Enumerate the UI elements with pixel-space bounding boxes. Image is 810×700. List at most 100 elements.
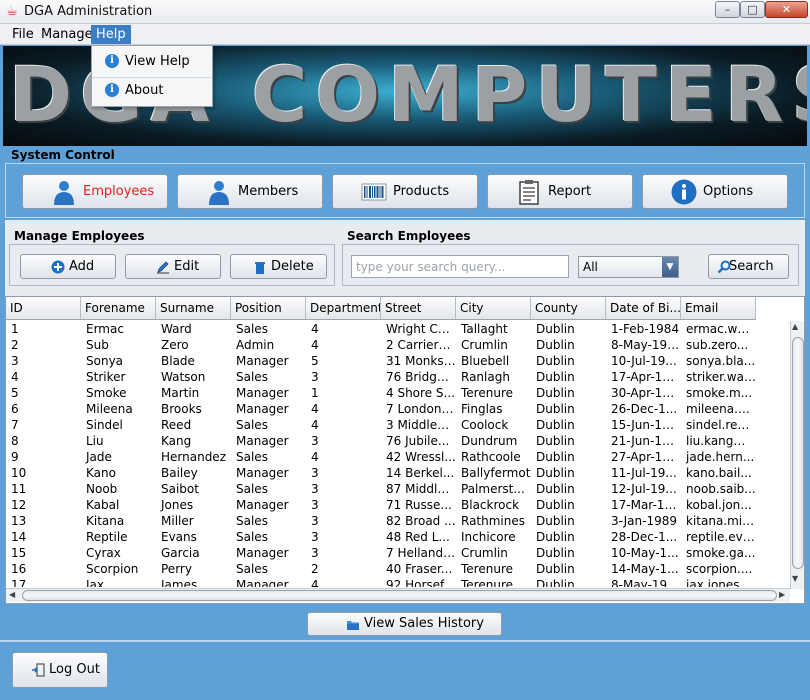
clipboard-icon xyxy=(519,180,539,205)
help-dropdown-menu: i View Help i About xyxy=(91,45,213,107)
menu-file[interactable]: File xyxy=(7,25,39,44)
table-cell: 13 xyxy=(11,514,27,528)
table-cell: kano.bail... xyxy=(686,466,752,480)
table-cell: 15 xyxy=(11,546,27,560)
table-row[interactable]: 8 Liu Kang Manager 3 76 Jubile... Dundrum Dubli… xyxy=(6,433,756,449)
table-cell: Manager xyxy=(236,386,289,400)
options-button[interactable]: Options xyxy=(642,174,788,209)
table-cell: 3 xyxy=(311,546,319,560)
table-row[interactable]: 16 Scorpion Perry Sales 2 40 Fraser... Terenur… xyxy=(6,561,756,577)
table-row[interactable]: 7 Sindel Reed Sales 4 3 Middlew... Coolock Dubl… xyxy=(6,417,756,433)
table-row[interactable]: 17 Jax James Manager 4 92 Horsef... Terenure Du… xyxy=(6,577,756,587)
minimize-button[interactable]: – xyxy=(715,1,740,18)
delete-label: Delete xyxy=(271,259,314,274)
scroll-up-arrow-icon[interactable]: ▲ xyxy=(792,322,798,331)
table-cell: Kano xyxy=(86,466,116,480)
table-cell: 2 xyxy=(11,338,19,352)
maximize-button[interactable]: □ xyxy=(740,1,765,18)
table-cell: Manager xyxy=(236,402,289,416)
table-row[interactable]: 4 Striker Watson Sales 3 76 Bridge ... Ranlagh… xyxy=(6,369,756,385)
scroll-right-arrow-icon[interactable]: ▶ xyxy=(779,590,785,599)
table-cell: 21-Jun-19... xyxy=(611,434,681,448)
column-header[interactable]: ID xyxy=(6,297,81,319)
table-cell: Ward xyxy=(161,322,192,336)
table-row[interactable]: 15 Cyrax Garcia Manager 3 7 Helland ... Crumli… xyxy=(6,545,756,561)
table-row[interactable]: 9 Jade Hernandez Sales 4 42 Wressl... Rathcool… xyxy=(6,449,756,465)
column-header[interactable]: Street xyxy=(381,297,456,319)
members-button[interactable]: Members xyxy=(177,174,323,209)
delete-button[interactable]: Delete xyxy=(230,254,327,279)
employees-button[interactable]: Employees xyxy=(22,174,168,209)
edit-button[interactable]: Edit xyxy=(125,254,221,279)
search-button[interactable]: Search xyxy=(708,254,789,279)
table-cell: James xyxy=(161,578,198,587)
table-cell: 10-Jul-19... xyxy=(611,354,677,368)
table-cell: scorpion.... xyxy=(686,562,753,576)
table-cell: 3 xyxy=(311,482,319,496)
menu-manage[interactable]: Manage xyxy=(36,25,98,44)
table-cell: 7 Helland ... xyxy=(386,546,456,560)
column-header[interactable]: Position xyxy=(231,297,306,319)
table-cell: kobal.jon... xyxy=(686,498,752,512)
close-button[interactable]: ✕ xyxy=(765,1,808,18)
column-header[interactable]: Date of Bi... xyxy=(606,297,681,319)
table-cell: Zero xyxy=(161,338,189,352)
table-cell: Dublin xyxy=(536,386,575,400)
search-input[interactable] xyxy=(351,255,569,278)
products-button[interactable]: Products xyxy=(332,174,478,209)
table-row[interactable]: 2 Sub Zero Admin 4 2 Carriers... Crumlin Dublin… xyxy=(6,337,756,353)
table-row[interactable]: 1 Ermac Ward Sales 4 Wright Co... Tallaght Dubl… xyxy=(6,321,756,337)
person-icon xyxy=(54,181,74,205)
table-cell: 17 xyxy=(11,578,27,587)
table-row[interactable]: 11 Noob Saibot Sales 3 87 Middle... Palmerst..… xyxy=(6,481,756,497)
table-cell: 1-Feb-1984 xyxy=(611,322,680,336)
add-button[interactable]: Add xyxy=(20,254,116,279)
view-sales-history-button[interactable]: View Sales History xyxy=(307,612,502,636)
table-cell: jade.hern... xyxy=(686,450,755,464)
menu-item-view-help[interactable]: i View Help xyxy=(92,49,212,75)
table-cell: Perry xyxy=(161,562,192,576)
column-header[interactable]: City xyxy=(456,297,531,319)
report-button[interactable]: Report xyxy=(487,174,633,209)
table-cell: 4 xyxy=(311,578,319,587)
chevron-down-icon[interactable]: ▼ xyxy=(662,257,678,277)
column-header[interactable]: County xyxy=(531,297,606,319)
menu-item-about[interactable]: i About xyxy=(92,77,212,103)
table-cell: Dublin xyxy=(536,402,575,416)
table-row[interactable]: 5 Smoke Martin Manager 1 4 Shore S... Terenure… xyxy=(6,385,756,401)
column-header[interactable]: Forename xyxy=(81,297,156,319)
table-cell: Evans xyxy=(161,530,197,544)
table-cell: Martin xyxy=(161,386,200,400)
table-row[interactable]: 14 Reptile Evans Sales 3 48 Red L... Inchicore… xyxy=(6,529,756,545)
column-header[interactable]: Surname xyxy=(156,297,231,319)
table-row[interactable]: 6 Mileena Brooks Manager 4 7 London ... Fingla… xyxy=(6,401,756,417)
table-cell: Coolock xyxy=(461,418,509,432)
table-cell: Sales xyxy=(236,370,268,384)
table-cell: Garcia xyxy=(161,546,200,560)
scroll-left-arrow-icon[interactable]: ◀ xyxy=(9,590,15,599)
table-cell: liu.kang@... xyxy=(686,434,756,448)
table-cell: 2 xyxy=(311,562,319,576)
table-row[interactable]: 12 Kabal Jones Manager 3 71 Russe... Blackrock… xyxy=(6,497,756,513)
table-cell: Reed xyxy=(161,418,192,432)
table-row[interactable]: 10 Kano Bailey Manager 3 14 Berkel... Ballyfer… xyxy=(6,465,756,481)
table-cell: Bluebell xyxy=(461,354,510,368)
scroll-down-arrow-icon[interactable]: ▼ xyxy=(792,574,798,583)
horizontal-scroll-thumb[interactable] xyxy=(22,590,777,601)
column-header[interactable]: Email xyxy=(681,297,756,319)
table-row[interactable]: 13 Kitana Miller Sales 3 82 Broad ... Rathmine… xyxy=(6,513,756,529)
column-header[interactable]: Department xyxy=(306,297,381,319)
table-cell: Dundrum xyxy=(461,434,518,448)
table-cell: 71 Russe... xyxy=(386,498,452,512)
vertical-scroll-thumb[interactable] xyxy=(792,337,804,569)
table-cell: smoke.m... xyxy=(686,386,753,400)
log-out-button[interactable]: Log Out xyxy=(12,652,108,688)
table-cell: jax.jones... xyxy=(686,578,751,587)
menu-help[interactable]: Help xyxy=(91,25,131,44)
table-cell: 14-May-1... xyxy=(611,562,679,576)
employees-table: ID Forename Surname Position Department Stree… xyxy=(5,296,805,604)
table-cell: Manager xyxy=(236,354,289,368)
table-row[interactable]: 3 Sonya Blade Manager 5 31 Monks ... Bluebell D… xyxy=(6,353,756,369)
table-cell: 4 xyxy=(311,322,319,336)
table-cell: ermac.wa... xyxy=(686,322,756,336)
